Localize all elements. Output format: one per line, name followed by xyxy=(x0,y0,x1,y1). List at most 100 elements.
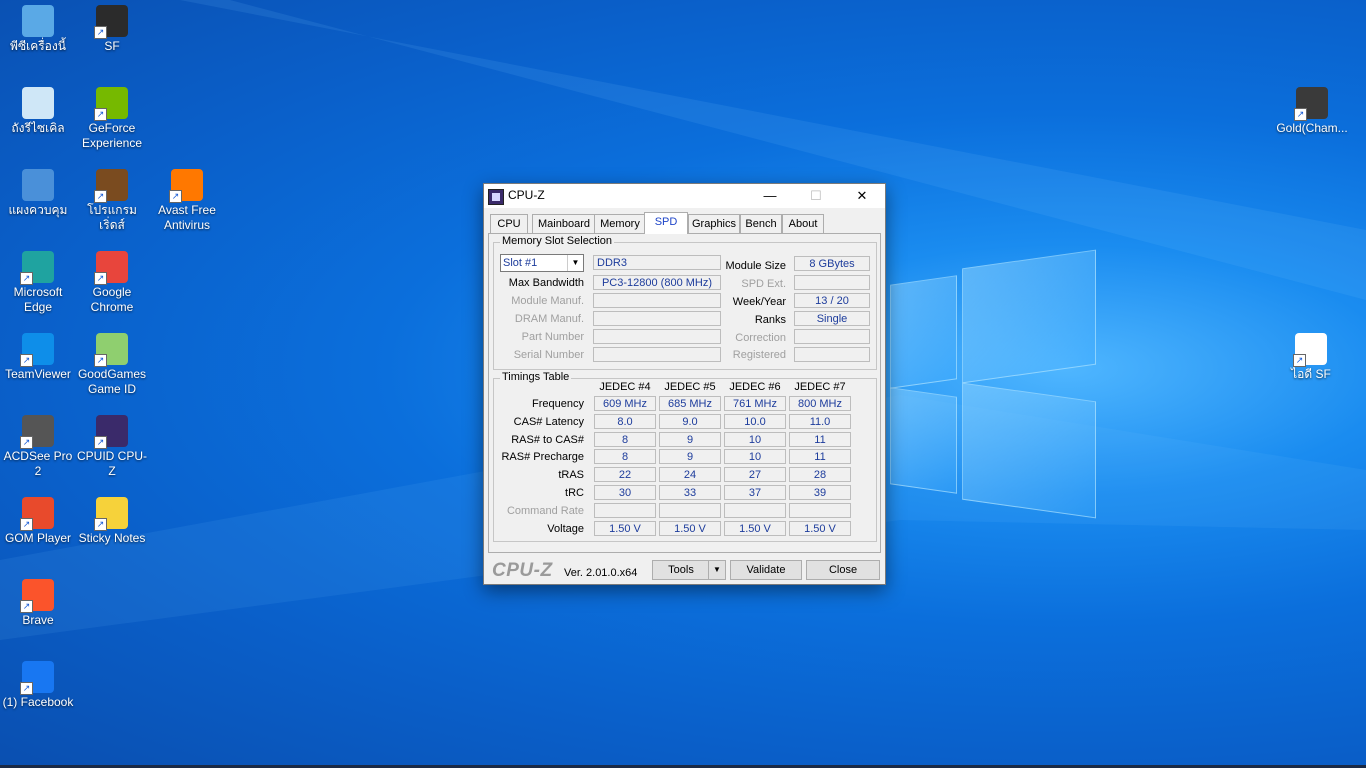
cpuz-window[interactable]: CPU-Z — ☐ ✕ CPU Mainboard Memory SPD Gra… xyxy=(483,183,886,585)
maximize-button[interactable]: ☐ xyxy=(793,184,839,208)
desktop-icon-brave[interactable]: ↗ Brave xyxy=(0,579,76,628)
goodgames-icon: ↗ xyxy=(94,333,128,367)
gold-game-icon: ↗ xyxy=(1294,87,1328,121)
desktop-icon-label: GeForce Experience xyxy=(81,121,143,150)
timings-cell xyxy=(724,502,786,518)
desktop-icon-goodgames[interactable]: ↗ GoodGames Game ID xyxy=(74,333,150,397)
desktop-icon-recycle-bin[interactable]: ถังรีไซเคิล xyxy=(0,87,76,136)
desktop-icon-control-panel[interactable]: แผงควบคุม xyxy=(0,169,76,218)
recycle-bin-icon xyxy=(22,87,54,119)
cpuz-app-icon xyxy=(488,189,504,205)
close-window-button[interactable]: ✕ xyxy=(839,184,885,208)
sf-game-icon: ↗ xyxy=(94,5,128,39)
chevron-down-icon[interactable]: ▼ xyxy=(567,255,583,271)
desktop-icon-label: Avast Free Antivirus xyxy=(158,203,216,232)
tab-spd[interactable]: SPD xyxy=(644,212,688,234)
text-file-icon: ↗ xyxy=(1293,333,1327,367)
shortcut-arrow-icon: ↗ xyxy=(20,600,33,613)
timings-cell: 9 xyxy=(659,449,721,465)
desktop-icon-label: TeamViewer xyxy=(5,367,71,381)
tab-memory[interactable]: Memory xyxy=(594,214,646,233)
desktop-icon-edge[interactable]: ↗ Microsoft Edge xyxy=(0,251,76,315)
desktop-icon-program[interactable]: ↗ โปรแกรม เริ่ดส์ xyxy=(74,169,150,233)
tab-bench[interactable]: Bench xyxy=(740,214,782,233)
desktop-icon-gom-player[interactable]: ↗ GOM Player xyxy=(0,497,76,546)
tab-cpu[interactable]: CPU xyxy=(490,214,528,233)
title-bar[interactable]: CPU-Z — ☐ ✕ xyxy=(484,184,885,208)
timings-column-header: JEDEC #5 xyxy=(664,381,716,393)
serial-number-label: Serial Number xyxy=(513,349,584,361)
timings-column-header: JEDEC #6 xyxy=(729,381,781,393)
validate-button[interactable]: Validate xyxy=(730,560,802,580)
timings-cell: 685 MHz xyxy=(659,396,721,411)
shortcut-arrow-icon: ↗ xyxy=(169,190,182,203)
tools-button[interactable]: Tools ▼ xyxy=(652,560,726,580)
minimize-button[interactable]: — xyxy=(747,184,793,208)
desktop-icon-chrome[interactable]: ↗ Google Chrome xyxy=(74,251,150,315)
shortcut-arrow-icon: ↗ xyxy=(94,272,107,285)
tab-mainboard[interactable]: Mainboard xyxy=(532,214,596,233)
timings-cell: 37 xyxy=(724,485,786,500)
timings-row-label: Frequency xyxy=(532,398,584,410)
correction-label: Correction xyxy=(735,332,786,344)
shortcut-arrow-icon: ↗ xyxy=(20,518,33,531)
timings-cell: 1.50 V xyxy=(724,520,786,536)
timings-cell: 28 xyxy=(789,467,851,483)
desktop-icon-text-file[interactable]: ↗ ไอดี SF xyxy=(1273,333,1349,382)
tab-about[interactable]: About xyxy=(782,214,824,233)
spd-ext-label: SPD Ext. xyxy=(741,278,786,290)
desktop-icon-computer[interactable]: พีซีเครื่องนี้ xyxy=(0,5,76,54)
desktop-icon-sticky-notes[interactable]: ↗ Sticky Notes xyxy=(74,497,150,546)
shortcut-arrow-icon: ↗ xyxy=(1294,108,1307,121)
desktop-icon-acdsee[interactable]: ↗ ACDSee Pro 2 xyxy=(0,415,76,479)
ranks-label: Ranks xyxy=(754,314,786,326)
close-button[interactable]: Close xyxy=(806,560,880,580)
desktop-icon-sf-game[interactable]: ↗ SF xyxy=(74,5,150,54)
desktop-icon-facebook[interactable]: ↗ (1) Facebook xyxy=(0,661,76,710)
module-manuf-value xyxy=(593,293,721,308)
registered-value xyxy=(794,347,870,362)
brave-icon: ↗ xyxy=(20,579,54,613)
tab-graphics[interactable]: Graphics xyxy=(688,214,740,233)
geforce-icon: ↗ xyxy=(94,87,128,121)
desktop-icon-teamviewer[interactable]: ↗ TeamViewer xyxy=(0,333,76,382)
desktop-icon-avast[interactable]: ↗ Avast Free Antivirus xyxy=(149,169,225,233)
timings-cell: 11 xyxy=(789,431,851,447)
desktop-icon-gold-game[interactable]: ↗ Gold(Cham... xyxy=(1274,87,1350,136)
desktop-icon-geforce[interactable]: ↗ GeForce Experience xyxy=(74,87,150,151)
timings-cell: 609 MHz xyxy=(594,396,656,411)
timings-row-label: Voltage xyxy=(547,522,584,535)
avast-icon: ↗ xyxy=(169,169,203,203)
timings-cell: 800 MHz xyxy=(789,396,851,411)
week-year-value: 13 / 20 xyxy=(794,293,870,308)
edge-icon: ↗ xyxy=(20,251,54,285)
desktop-icon-cpuz[interactable]: ↗ CPUID CPU-Z xyxy=(74,415,150,479)
chevron-down-icon[interactable]: ▼ xyxy=(708,561,725,579)
window-title: CPU-Z xyxy=(508,188,545,202)
desktop-icon-label: ถังรีไซเคิล xyxy=(11,121,65,135)
slot-select[interactable]: Slot #1 ▼ xyxy=(500,254,584,272)
timings-cell xyxy=(789,502,851,518)
teamviewer-icon: ↗ xyxy=(20,333,54,367)
chrome-icon: ↗ xyxy=(94,251,128,285)
timings-cell: 33 xyxy=(659,485,721,500)
timings-cell: 1.50 V xyxy=(594,520,656,536)
memory-slot-group-title: Memory Slot Selection xyxy=(500,235,615,247)
version-label: Ver. 2.01.0.x64 xyxy=(564,567,638,579)
timings-cell: 30 xyxy=(594,485,656,500)
computer-icon xyxy=(22,5,54,37)
shortcut-arrow-icon: ↗ xyxy=(94,518,107,531)
memory-type-value: DDR3 xyxy=(593,255,721,270)
timings-cell: 10.0 xyxy=(724,413,786,429)
timings-cell: 8 xyxy=(594,431,656,447)
shortcut-arrow-icon: ↗ xyxy=(20,682,33,695)
cpuz-icon: ↗ xyxy=(94,415,128,449)
shortcut-arrow-icon: ↗ xyxy=(94,190,107,203)
timings-cell: 10 xyxy=(724,449,786,465)
acdsee-icon: ↗ xyxy=(20,415,54,449)
shortcut-arrow-icon: ↗ xyxy=(94,436,107,449)
timings-cell xyxy=(659,502,721,518)
max-bandwidth-value: PC3-12800 (800 MHz) xyxy=(593,275,721,290)
desktop-icon-label: Microsoft Edge xyxy=(13,285,63,314)
sticky-notes-icon: ↗ xyxy=(94,497,128,531)
